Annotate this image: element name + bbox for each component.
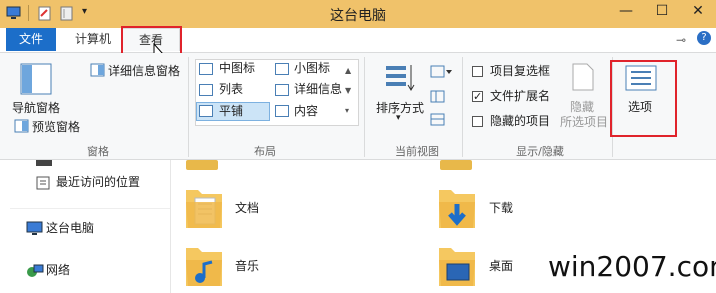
pane-divider[interactable] [170,160,171,293]
highlight-box-options [610,60,677,137]
group-label-pane: 窗格 [87,145,109,158]
hidden-items-checkbox[interactable] [472,116,483,127]
nav-item-recent-places[interactable]: 最近访问的位置 [56,172,140,192]
preview-pane-button[interactable]: 预览窗格 [32,118,80,135]
hide-selected-button-line2[interactable]: 所选项目 [560,113,608,130]
ribbon: 导航窗格 预览窗格 详细信息窗格 窗格 中图标 小图标 列表 详细信息 平铺 内… [0,53,716,160]
documents-folder-icon[interactable] [184,182,224,235]
group-by-icon[interactable] [430,65,452,82]
folder-label[interactable]: 文档 [235,199,259,216]
layout-scroll-icon[interactable]: ▲ ▼ ▾ [345,61,351,121]
nav-divider [10,208,170,209]
this-pc-icon [26,221,44,240]
minimize-icon[interactable]: — [608,0,644,24]
hidden-items-label[interactable]: 隐藏的项目 [490,112,550,130]
nav-item-this-pc[interactable]: 这台电脑 [46,218,94,238]
content-icon [275,105,289,117]
navigation-pane-icon [20,63,52,98]
details-pane-icon [90,63,106,80]
watermark: win2007.com [548,250,716,283]
folder-label[interactable]: 桌面 [489,257,513,274]
title-bar: ▾ 这台电脑 — ☐ ✕ [0,0,716,28]
close-icon[interactable]: ✕ [680,0,716,24]
sort-by-dropdown-icon[interactable]: ▾ [396,113,401,123]
help-icon[interactable]: ? [697,31,711,45]
desktop-folder-icon[interactable] [437,240,477,293]
group-separator [188,57,189,157]
navigation-pane: 最近访问的位置 这台电脑 网络 [0,160,170,293]
music-folder-icon[interactable] [184,240,224,293]
tab-computer[interactable]: 计算机 [66,28,120,51]
group-label-current-view: 当前视图 [395,145,439,158]
highlight-box-view-tab [121,26,182,56]
tab-file[interactable]: 文件 [6,28,56,51]
list-icon [199,84,213,96]
layout-small-icons[interactable]: 小图标 [294,60,330,77]
group-label-layout: 布局 [254,145,276,158]
folder-icon-partial[interactable] [186,160,218,170]
folder-label[interactable]: 下载 [489,199,513,216]
desktop-icon [36,160,52,166]
tiles-icon [199,105,213,117]
group-separator [462,57,463,157]
group-separator [364,57,365,157]
file-name-extensions-checkbox[interactable]: ✓ [472,91,483,102]
layout-content[interactable]: 内容 [294,103,318,120]
add-columns-icon[interactable] [430,90,446,107]
item-checkboxes-checkbox[interactable] [472,66,483,77]
layout-medium-icons[interactable]: 中图标 [219,60,255,77]
hide-selected-icon [570,63,596,94]
sort-by-icon [384,63,416,96]
navigation-pane-button[interactable]: 导航窗格 [12,99,60,116]
details-icon [275,84,289,96]
recent-places-icon [36,175,52,194]
file-name-extensions-label[interactable]: 文件扩展名 [490,87,550,105]
network-icon [26,263,44,282]
item-checkboxes-label[interactable]: 项目复选框 [490,62,550,80]
small-icons-icon [275,63,289,75]
maximize-icon[interactable]: ☐ [644,0,680,24]
downloads-folder-icon[interactable] [437,182,477,235]
layout-tiles[interactable]: 平铺 [219,103,243,120]
size-columns-icon[interactable] [430,113,446,130]
group-label-show-hide: 显示/隐藏 [516,145,564,158]
medium-icons-icon [199,63,213,75]
layout-list[interactable]: 列表 [219,81,243,98]
details-pane-button[interactable]: 详细信息窗格 [108,62,180,79]
preview-pane-icon [14,119,30,136]
pin-ribbon-icon[interactable]: ⊸ [676,33,686,47]
folder-label[interactable]: 音乐 [235,257,259,274]
layout-details[interactable]: 详细信息 [294,81,342,98]
folder-icon-partial[interactable] [440,160,472,170]
nav-item-network[interactable]: 网络 [46,260,70,280]
